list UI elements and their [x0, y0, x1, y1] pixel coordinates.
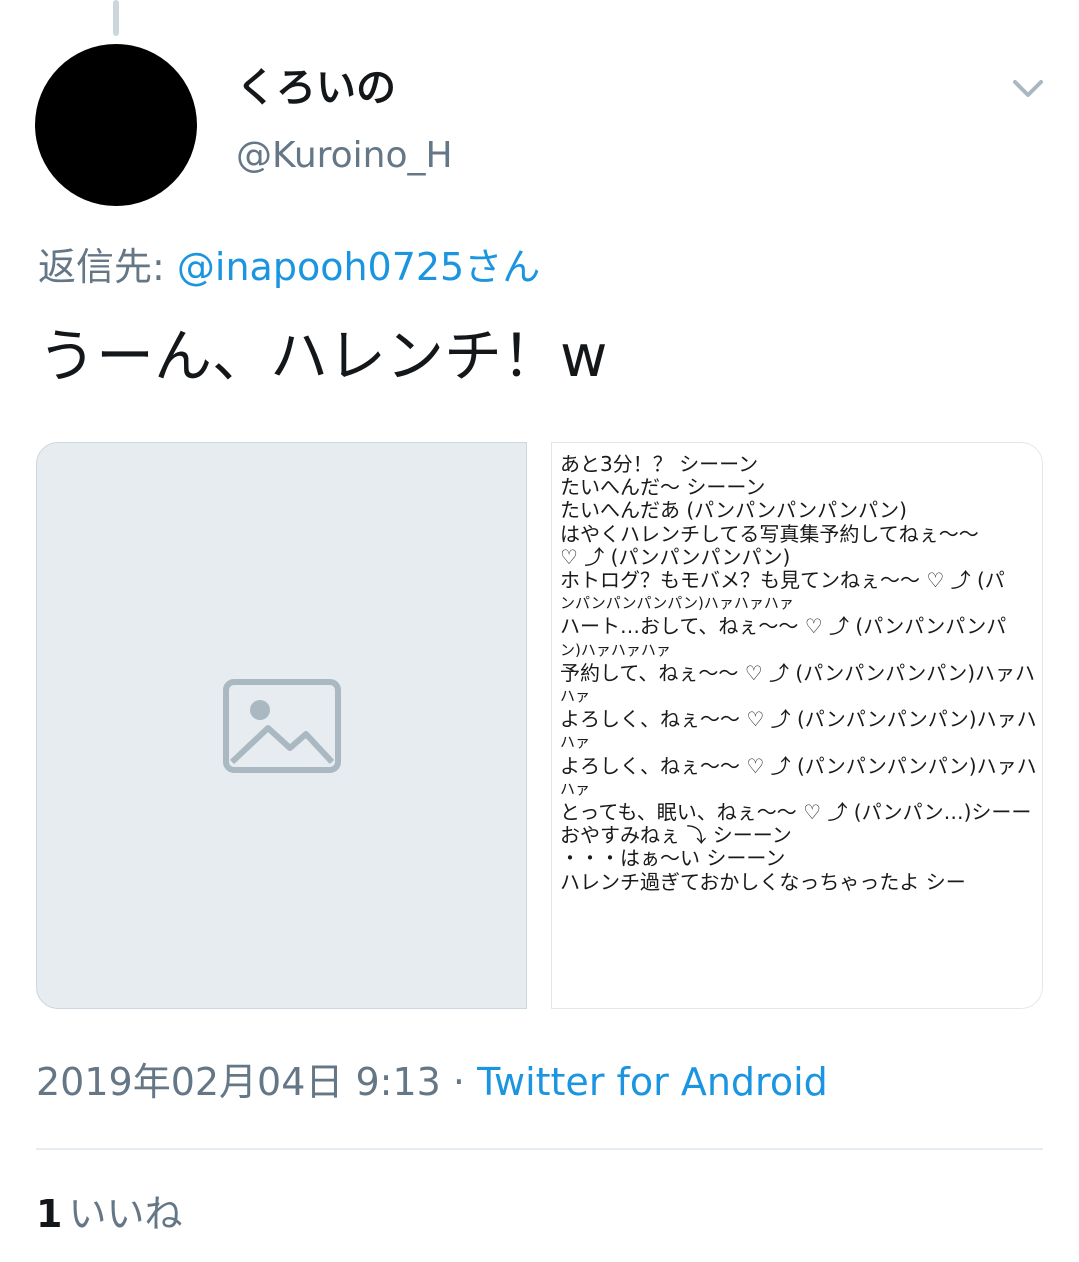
note-line: あと3分！？ シーーン [560, 453, 759, 476]
note-line: たいへんだ〜 シーーン [560, 476, 766, 500]
note-text-block: あと3分！？ シーーン たいへんだ〜 シーーン たいへんだあ (パンパンパンパンパン… [560, 453, 1042, 894]
note-line: よろしく、ねぇ〜〜 ♡ ⤴ (パンパンパンパン)ハァハ [560, 708, 1037, 732]
note-line: ・・・はぁ〜い シーーン [560, 847, 786, 871]
note-line: ン)ハァハァハァ [560, 640, 671, 659]
note-line: ハート…おして、ねぇ〜〜 ♡ ⤴ (パンパンパンパ [560, 615, 1007, 639]
tweet-text: うーん、ハレンチ！w [38, 322, 608, 390]
avatar[interactable] [35, 44, 197, 206]
note-line: おやすみねぇ ⤵ シーーン [560, 824, 792, 848]
note-line: とっても、眠い、ねぇ〜〜 ♡ ⤴ (パンパン…)シーー [560, 801, 1032, 825]
thread-line [113, 0, 119, 36]
timestamp[interactable]: 2019年02月04日 9:13 [36, 1060, 441, 1104]
tweet-photo-2[interactable]: あと3分！？ シーーン たいへんだ〜 シーーン たいへんだあ (パンパンパンパンパン… [551, 442, 1043, 1009]
handle[interactable]: @Kuroino_H [236, 136, 453, 176]
note-line: ハァ [560, 733, 591, 752]
note-line: ハレンチ過ぎておかしくなっちゃったよ シー [560, 870, 966, 894]
note-line: はやくハレンチしてる写真集予約してねぇ〜〜 [560, 522, 979, 546]
note-line: ホトログ？もモバメ？も見てンねぇ〜〜 ♡ ⤴ (パ [560, 569, 1005, 593]
note-line: ♡ ⤴ (パンパンパンパン) [560, 545, 791, 569]
note-line: ハァ [560, 779, 591, 798]
image-icon [222, 678, 341, 773]
reply-to-link[interactable]: @inapooh0725さん [177, 245, 540, 289]
note-line: ンパンパンパンパン)ハァハァハァ [560, 594, 794, 613]
reply-context: 返信先: @inapooh0725さん [38, 245, 540, 291]
likes-row[interactable]: 1 いいね [36, 1192, 182, 1238]
note-line: よろしく、ねぇ〜〜 ♡ ⤴ (パンパンパンパン)ハァハ [560, 754, 1037, 778]
chevron-down-icon[interactable] [1009, 74, 1047, 102]
note-line: ハァ [560, 687, 591, 706]
like-count: 1 [36, 1192, 63, 1236]
tweet-photo-1[interactable] [36, 442, 527, 1009]
meta-separator: · [440, 1060, 478, 1104]
note-line: たいへんだあ (パンパンパンパンパン) [560, 499, 907, 523]
like-label: いいね [68, 1192, 183, 1236]
divider [36, 1148, 1043, 1150]
display-name[interactable]: くろいの [236, 66, 396, 110]
note-line: 予約して、ねぇ〜〜 ♡ ⤴ (パンパンパンパン)ハァハ [560, 661, 1036, 685]
reply-prefix: 返信先: [38, 245, 177, 289]
tweet-meta: 2019年02月04日 9:13 · Twitter for Android [36, 1060, 828, 1106]
source-link[interactable]: Twitter for Android [477, 1060, 828, 1104]
